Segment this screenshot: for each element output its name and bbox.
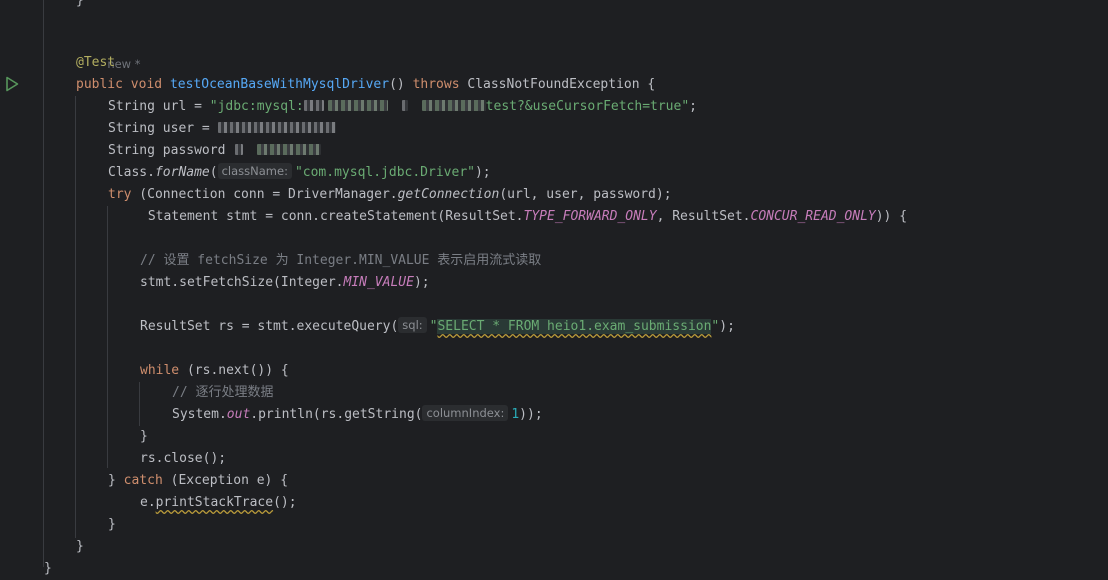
print-part1: e. <box>140 495 156 510</box>
while-close-brace: } <box>140 429 148 444</box>
redacted-block <box>257 144 322 155</box>
comment-row-processing: // 逐行处理数据 <box>172 385 274 400</box>
url-semicolon: ; <box>689 99 697 114</box>
indent-guide <box>43 0 44 567</box>
print-part2: (); <box>273 495 297 510</box>
catch-close-brace: } <box>108 517 116 532</box>
statement-line: Statement stmt = conn.createStatement(Re… <box>140 206 907 228</box>
try-rest1: (Connection conn = DriverManager. <box>131 187 398 202</box>
column-index-number: 1 <box>511 407 520 422</box>
forname-close: ); <box>474 165 491 180</box>
comment-fetchsize: // 设置 fetchSize 为 Integer.MIN_VALUE 表示启用… <box>140 253 542 268</box>
const-type-forward-only: TYPE_FORWARD_ONLY <box>523 209 657 224</box>
println-part1: System. <box>172 407 227 422</box>
stmt-part1: Statement stmt = conn.createStatement(Re… <box>140 209 524 224</box>
indent-guide <box>107 206 108 468</box>
stmt-part2: , ResultSet. <box>656 209 751 224</box>
const-min-value: MIN_VALUE <box>343 275 414 290</box>
modifier-keyword: public <box>76 77 123 92</box>
param-hint-columnindex: columnIndex: <box>422 405 509 421</box>
method-signature: public void testOceanBaseWithMysqlDriver… <box>76 74 655 96</box>
const-concur-read-only: CONCUR_READ_ONLY <box>750 209 876 224</box>
print-stacktrace-method[interactable]: printStackTrace <box>156 495 273 510</box>
run-test-icon[interactable] <box>5 76 21 92</box>
get-connection-method: getConnection <box>397 187 500 202</box>
catch-rest: (Exception e) { <box>162 473 289 488</box>
password-line: String password <box>108 140 322 162</box>
annotation-test: @Test <box>76 55 116 70</box>
stmt-part3: )) { <box>875 209 908 224</box>
driver-string: "com.mysql.jdbc.Driver" <box>294 165 475 180</box>
code-line: } <box>76 0 84 8</box>
user-decl: String user = <box>108 121 218 136</box>
sql-query-string[interactable]: SELECT * FROM heio1.exam_submission <box>437 319 712 334</box>
catch-line: } catch (Exception e) { <box>108 470 288 492</box>
println-part3: )); <box>519 407 543 422</box>
try-rest2: (url, user, password); <box>499 187 672 202</box>
redacted-block <box>401 100 408 111</box>
fetchsize-line: stmt.setFetchSize(Integer.MIN_VALUE); <box>140 272 430 294</box>
redacted-block <box>421 100 486 111</box>
redacted-block <box>303 100 324 111</box>
query-line: ResultSet rs = stmt.executeQuery(sql: "SE… <box>140 316 735 338</box>
exception-type: ClassNotFoundException <box>467 77 640 92</box>
fetch-part1: stmt.setFetchSize(Integer. <box>140 275 344 290</box>
while-line: while (rs.next()) { <box>140 360 289 382</box>
try-line: try (Connection conn = DriverManager.get… <box>108 184 672 206</box>
method-brace: { <box>647 77 656 92</box>
class-ref: Class. <box>108 165 155 180</box>
forname-line: Class.forName(className: "com.mysql.jdbc.… <box>108 162 491 184</box>
url-line: String url = "jdbc:mysql: test?&useCursor… <box>108 96 697 118</box>
redacted-block <box>235 144 244 155</box>
indent-guide <box>75 96 76 538</box>
indent-guide <box>139 382 140 426</box>
method-params: () <box>389 77 405 92</box>
println-line: System.out.println(rs.getString(columnIn… <box>172 404 543 426</box>
code-editor[interactable]: } new * @Test public void testOceanBaseW… <box>40 0 1108 577</box>
while-rest: (rs.next()) { <box>179 363 289 378</box>
forname-method: forName <box>154 165 210 180</box>
author-hint-line[interactable]: new * <box>76 31 140 71</box>
system-out-field: out <box>226 407 251 422</box>
print-stacktrace-line: e.printStackTrace(); <box>140 492 297 514</box>
editor-gutter <box>0 0 40 577</box>
return-type-keyword: void <box>130 77 163 92</box>
url-decl: String url = <box>108 99 210 114</box>
method-close-brace: } <box>76 539 84 554</box>
user-line: String user = <box>108 118 336 140</box>
query-part2: ); <box>719 319 735 334</box>
redacted-block <box>327 100 388 111</box>
fetch-part2: ); <box>413 275 430 290</box>
while-keyword: while <box>140 363 180 378</box>
param-hint-sql: sql: <box>398 317 427 333</box>
method-name: testOceanBaseWithMysqlDriver <box>169 77 390 92</box>
password-decl: String password <box>108 143 234 158</box>
try-keyword: try <box>108 187 132 202</box>
redacted-block <box>217 122 336 133</box>
url-string-start: "jdbc:mysql: <box>209 99 304 114</box>
catch-brace: } <box>108 473 124 488</box>
param-hint-classname: className: <box>217 163 292 179</box>
query-part1: ResultSet rs = stmt.executeQuery( <box>140 319 399 334</box>
url-string-end: test?&useCursorFetch=true" <box>485 99 690 114</box>
forname-open: ( <box>209 165 218 180</box>
println-part2: .println(rs.getString( <box>250 407 423 422</box>
throws-keyword: throws <box>412 77 460 92</box>
catch-keyword: catch <box>123 473 163 488</box>
rs-close-line: rs.close(); <box>140 451 227 466</box>
